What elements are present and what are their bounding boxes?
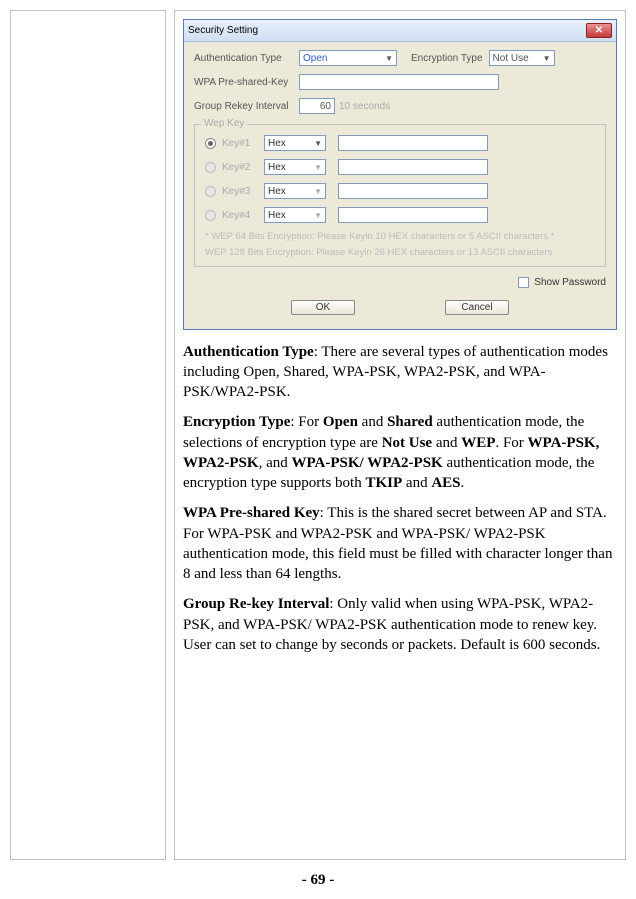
enc-type-select[interactable]: Not Use ▼ xyxy=(489,50,555,66)
close-icon: ✕ xyxy=(595,25,603,37)
key3-label: Key#3 xyxy=(222,186,264,197)
key4-input[interactable] xyxy=(338,207,488,223)
key2-format-value: Hex xyxy=(268,162,286,173)
para-enc-type: Encryption Type: For Open and Shared aut… xyxy=(183,412,617,493)
close-button[interactable]: ✕ xyxy=(586,23,612,38)
wep-key-row-3: Key#3 Hex ▼ xyxy=(205,183,595,199)
chevron-down-icon: ▼ xyxy=(314,211,322,220)
key3-format-value: Hex xyxy=(268,186,286,197)
left-sidebar-cell xyxy=(10,10,166,860)
wep-hint-1: * WEP 64 Bits Encryption: Please Keyin 1… xyxy=(205,231,595,243)
chevron-down-icon: ▼ xyxy=(314,139,322,148)
key1-input[interactable] xyxy=(338,135,488,151)
para-psk: WPA Pre-shared Key: This is the shared s… xyxy=(183,503,617,584)
page-number: - 69 - xyxy=(10,872,626,889)
description-text: Authentication Type: There are several t… xyxy=(183,342,617,656)
para-interval: Group Re-key Interval: Only valid when u… xyxy=(183,594,617,655)
key4-format-select[interactable]: Hex ▼ xyxy=(264,207,326,223)
dialog-titlebar: Security Setting ✕ xyxy=(184,20,616,42)
key1-format-select[interactable]: Hex ▼ xyxy=(264,135,326,151)
key3-format-select[interactable]: Hex ▼ xyxy=(264,183,326,199)
key2-format-select[interactable]: Hex ▼ xyxy=(264,159,326,175)
auth-type-select[interactable]: Open ▼ xyxy=(299,50,397,66)
para-auth-type: Authentication Type: There are several t… xyxy=(183,342,617,403)
wep-key-legend: Wep Key xyxy=(201,118,247,129)
key1-radio[interactable] xyxy=(205,138,216,149)
interval-value: 60 xyxy=(320,101,331,112)
interval-label: Group Rekey Interval xyxy=(194,101,299,112)
chevron-down-icon: ▼ xyxy=(543,54,551,63)
ok-button[interactable]: OK xyxy=(291,300,355,315)
enc-type-value: Not Use xyxy=(493,53,529,64)
show-password-label: Show Password xyxy=(534,277,606,288)
key1-format-value: Hex xyxy=(268,138,286,149)
key2-radio[interactable] xyxy=(205,162,216,173)
dialog-title: Security Setting xyxy=(188,25,258,36)
key4-radio[interactable] xyxy=(205,210,216,221)
auth-type-value: Open xyxy=(303,53,327,64)
wep-key-row-2: Key#2 Hex ▼ xyxy=(205,159,595,175)
key2-label: Key#2 xyxy=(222,162,264,173)
wep-key-row-4: Key#4 Hex ▼ xyxy=(205,207,595,223)
key3-radio[interactable] xyxy=(205,186,216,197)
show-password-checkbox[interactable] xyxy=(518,277,529,288)
chevron-down-icon: ▼ xyxy=(385,54,393,63)
key1-label: Key#1 xyxy=(222,138,264,149)
bold-auth-type: Authentication Type xyxy=(183,344,314,360)
wep-key-fieldset: Wep Key Key#1 Hex ▼ Key# xyxy=(194,124,606,267)
radio-dot-icon xyxy=(208,141,213,146)
psk-input[interactable] xyxy=(299,74,499,90)
key4-format-value: Hex xyxy=(268,210,286,221)
psk-label: WPA Pre-shared-Key xyxy=(194,77,299,88)
auth-type-label: Authentication Type xyxy=(194,53,299,64)
enc-type-label: Encryption Type xyxy=(411,53,483,64)
security-setting-dialog: Security Setting ✕ Authentication Type O… xyxy=(183,19,617,330)
wep-key-row-1: Key#1 Hex ▼ xyxy=(205,135,595,151)
key3-input[interactable] xyxy=(338,183,488,199)
chevron-down-icon: ▼ xyxy=(314,163,322,172)
key4-label: Key#4 xyxy=(222,210,264,221)
right-content-cell: Security Setting ✕ Authentication Type O… xyxy=(174,10,626,860)
key2-input[interactable] xyxy=(338,159,488,175)
interval-unit: 10 seconds xyxy=(339,101,390,112)
interval-input[interactable]: 60 xyxy=(299,98,335,114)
cancel-button[interactable]: Cancel xyxy=(445,300,509,315)
chevron-down-icon: ▼ xyxy=(314,187,322,196)
wep-hint-2: WEP 128 Bits Encryption: Please Keyin 26… xyxy=(205,247,595,259)
